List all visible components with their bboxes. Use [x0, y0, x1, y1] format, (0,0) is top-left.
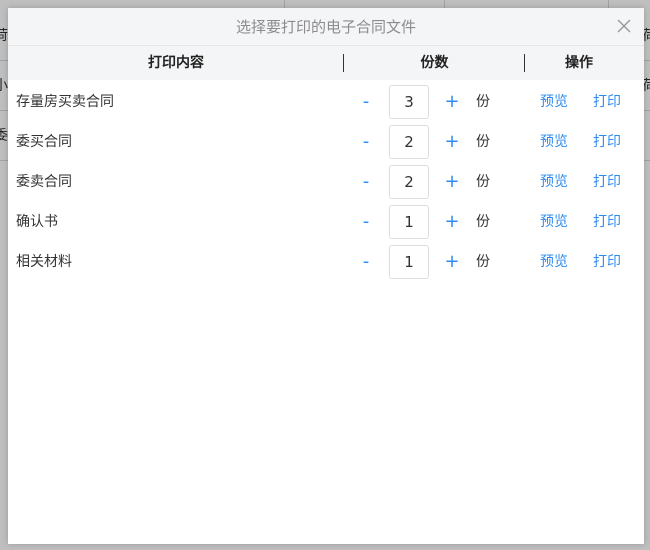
dialog-header: 选择要打印的电子合同文件 [8, 8, 644, 46]
decrease-copies-button[interactable]: - [357, 82, 375, 122]
close-icon [617, 19, 631, 33]
print-link[interactable]: 打印 [593, 202, 621, 242]
copies-input[interactable] [389, 205, 429, 239]
table-row: 委买合同 - + 份 预览 打印 [8, 122, 644, 162]
copies-input[interactable] [389, 85, 429, 119]
table-row: 委卖合同 - + 份 预览 打印 [8, 162, 644, 202]
print-link[interactable]: 打印 [593, 82, 621, 122]
copies-unit: 份 [476, 214, 490, 230]
table-row: 确认书 - + 份 预览 打印 [8, 202, 644, 242]
preview-link[interactable]: 预览 [540, 82, 568, 122]
decrease-copies-button[interactable]: - [357, 202, 375, 242]
print-dialog: 选择要打印的电子合同文件 打印内容 份数 操作 存量房买卖合同 - + 份 预览… [8, 8, 644, 544]
document-name: 确认书 [16, 214, 58, 230]
table-row: 存量房买卖合同 - + 份 预览 打印 [8, 82, 644, 122]
copies-input[interactable] [389, 165, 429, 199]
print-link[interactable]: 打印 [593, 122, 621, 162]
table-row: 相关材料 - + 份 预览 打印 [8, 242, 644, 282]
close-button[interactable] [616, 18, 632, 34]
decrease-copies-button[interactable]: - [357, 242, 375, 282]
decrease-copies-button[interactable]: - [357, 122, 375, 162]
document-name: 存量房买卖合同 [16, 94, 114, 110]
column-header-copies: 份数 [420, 55, 449, 71]
preview-link[interactable]: 预览 [540, 162, 568, 202]
document-name: 委买合同 [16, 134, 72, 150]
copies-input[interactable] [389, 245, 429, 279]
decrease-copies-button[interactable]: - [357, 162, 375, 202]
copies-unit: 份 [476, 174, 490, 190]
print-link[interactable]: 打印 [593, 162, 621, 202]
increase-copies-button[interactable]: + [443, 242, 461, 282]
increase-copies-button[interactable]: + [443, 82, 461, 122]
document-name: 委卖合同 [16, 174, 72, 190]
dialog-title: 选择要打印的电子合同文件 [235, 18, 416, 36]
table-header: 打印内容 份数 操作 [8, 46, 644, 80]
document-name: 相关材料 [16, 254, 72, 270]
preview-link[interactable]: 预览 [540, 202, 568, 242]
copies-input[interactable] [389, 125, 429, 159]
column-header-content: 打印内容 [148, 55, 204, 71]
copies-unit: 份 [476, 94, 490, 110]
increase-copies-button[interactable]: + [443, 162, 461, 202]
preview-link[interactable]: 预览 [540, 242, 568, 282]
increase-copies-button[interactable]: + [443, 122, 461, 162]
copies-unit: 份 [476, 254, 490, 270]
print-link[interactable]: 打印 [593, 242, 621, 282]
copies-unit: 份 [476, 134, 490, 150]
increase-copies-button[interactable]: + [443, 202, 461, 242]
preview-link[interactable]: 预览 [540, 122, 568, 162]
column-header-actions: 操作 [565, 55, 593, 71]
